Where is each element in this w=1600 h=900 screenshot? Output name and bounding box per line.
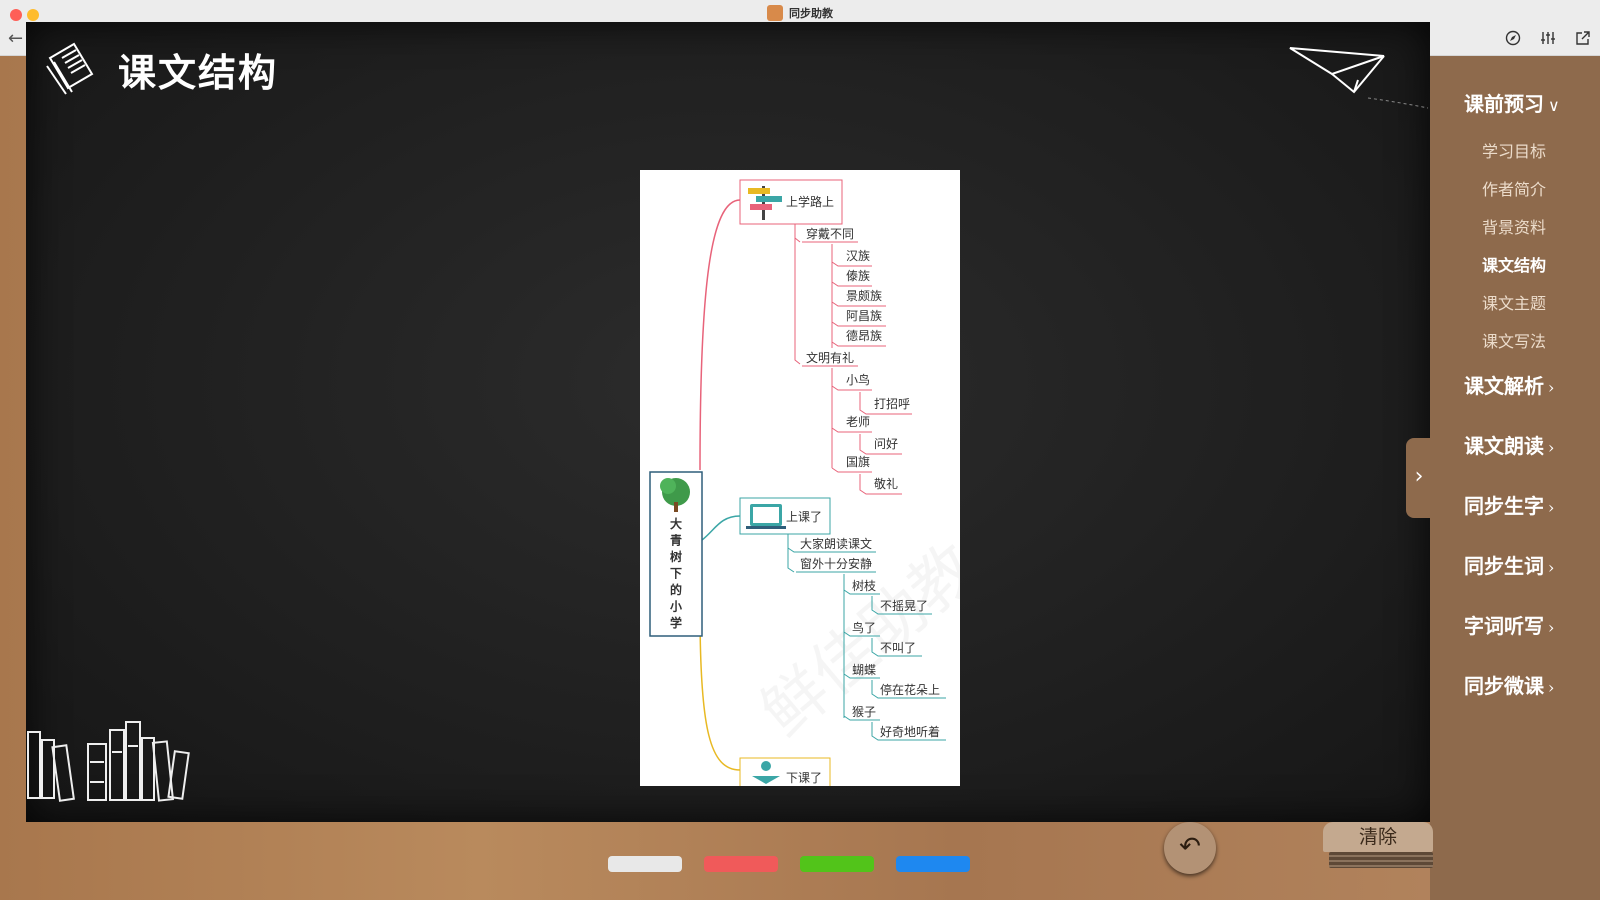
sub-item-goals[interactable]: 学习目标: [1482, 138, 1546, 162]
menu-preview[interactable]: 课前预习 ∨: [1464, 88, 1560, 117]
chevron-right-icon: ›: [1548, 438, 1555, 457]
clear-button-label: 清除: [1323, 822, 1433, 852]
sub-item-theme[interactable]: 课文主题: [1482, 290, 1546, 314]
window-title: 同步助教: [0, 5, 1600, 22]
chalk-blue[interactable]: [896, 856, 970, 872]
mm-jingpo: 景颇族: [846, 288, 882, 303]
menu-analysis[interactable]: 课文解析 ›: [1464, 370, 1554, 399]
mindmap-root-char-4: 下: [670, 567, 682, 581]
mm-bird: 小鸟: [846, 372, 870, 387]
back-icon[interactable]: ←: [8, 28, 23, 49]
mindmap-root-char-1: 大: [670, 516, 682, 531]
clear-button[interactable]: 清除: [1323, 822, 1433, 870]
mm-flag: 国旗: [846, 454, 870, 469]
sliders-icon[interactable]: [1539, 30, 1557, 48]
mm-wear: 穿戴不同: [806, 226, 854, 241]
menu-words-label: 同步生词: [1464, 554, 1544, 578]
sub-item-author[interactable]: 作者简介: [1482, 176, 1546, 200]
chevron-right-icon: ›: [1548, 618, 1555, 637]
chalk-white[interactable]: [608, 856, 682, 872]
mm-branch: 树枝: [852, 578, 876, 593]
chevron-right-icon: ›: [1548, 498, 1555, 517]
chalk-red[interactable]: [704, 856, 778, 872]
window-title-text: 同步助教: [789, 7, 833, 20]
mm-onflower: 停在花朵上: [880, 682, 940, 697]
sidebar-toggle-chevron-right-icon[interactable]: ›: [1406, 438, 1432, 518]
mm-read: 大家朗读课文: [800, 536, 872, 551]
compass-icon[interactable]: [1504, 30, 1522, 48]
menu-microlesson-label: 同步微课: [1464, 674, 1544, 698]
mm-listen: 好奇地听着: [880, 724, 940, 739]
mm-salute: 敬礼: [874, 476, 898, 491]
menu-dictation-label: 字词听写: [1464, 614, 1544, 638]
menu-microlesson[interactable]: 同步微课 ›: [1464, 670, 1554, 699]
chevron-right-icon: ›: [1548, 378, 1555, 397]
menu-characters-label: 同步生字: [1464, 494, 1544, 518]
notebook-icon: [44, 40, 98, 100]
mm-achang: 阿昌族: [846, 309, 882, 323]
menu-reading[interactable]: 课文朗读 ›: [1464, 430, 1554, 459]
mindmap-root-char-7: 学: [670, 615, 682, 630]
sub-item-structure[interactable]: 课文结构: [1482, 252, 1546, 276]
mm-greet: 打招呼: [874, 397, 910, 411]
mindmap-root-char-3: 树: [670, 549, 682, 564]
mindmap-root-char-2: 青: [670, 533, 682, 548]
computer-icon: [746, 504, 786, 529]
mm-hello: 问好: [874, 437, 898, 451]
books-icon: [26, 712, 196, 806]
mm-nosway: 不摇晃了: [880, 599, 928, 613]
paper-plane-icon: [1288, 40, 1438, 114]
mindmap-branch2-label: 上课了: [786, 510, 822, 524]
chevron-right-icon: ›: [1548, 678, 1555, 697]
mm-teacher: 老师: [846, 415, 870, 429]
mindmap-root-char-6: 小: [670, 599, 682, 614]
menu-dictation[interactable]: 字词听写 ›: [1464, 610, 1554, 639]
menu-analysis-label: 课文解析: [1464, 374, 1544, 398]
menu-characters[interactable]: 同步生字 ›: [1464, 490, 1554, 519]
sidebar: 课前预习 ∨ 学习目标 作者简介 背景资料 课文结构 课文主题 课文写法 课文解析…: [1430, 56, 1600, 900]
mindmap-branch3-label: 下课了: [786, 771, 822, 785]
mm-nochirp: 不叫了: [880, 641, 916, 655]
mindmap-root-char-5: 的: [670, 582, 682, 597]
menu-reading-label: 课文朗读: [1464, 434, 1544, 458]
chevron-right-icon: ›: [1548, 558, 1555, 577]
mm-han: 汉族: [846, 249, 870, 263]
mm-birds: 鸟了: [852, 620, 876, 635]
page-title: 课文结构: [118, 50, 279, 95]
menu-preview-label: 课前预习: [1464, 92, 1544, 116]
app-icon: [767, 5, 783, 21]
share-icon[interactable]: [1574, 30, 1592, 48]
mm-butterfly: 蝴蝶: [852, 662, 876, 677]
menu-words[interactable]: 同步生词 ›: [1464, 550, 1554, 579]
mm-dai: 傣族: [846, 269, 870, 283]
eraser-base: [1329, 852, 1433, 868]
mm-polite: 文明有礼: [806, 350, 854, 365]
sub-item-background[interactable]: 背景资料: [1482, 214, 1546, 238]
mind-map-image: 鲜佳助教 大 上学路上 穿戴不同 汉族 傣族 景颇族 阿昌族 德昂族 文明有礼 …: [640, 170, 960, 786]
mm-quiet: 窗外十分安静: [800, 556, 872, 571]
sub-item-writing[interactable]: 课文写法: [1482, 328, 1546, 352]
chalk-green[interactable]: [800, 856, 874, 872]
mindmap-branch1-label: 上学路上: [786, 194, 834, 209]
mm-monkey: 猴子: [852, 705, 876, 719]
chevron-down-icon: ∨: [1548, 96, 1560, 115]
undo-icon: ↶: [1179, 832, 1201, 862]
mm-deang: 德昂族: [846, 328, 882, 343]
undo-button[interactable]: ↶: [1164, 822, 1216, 874]
